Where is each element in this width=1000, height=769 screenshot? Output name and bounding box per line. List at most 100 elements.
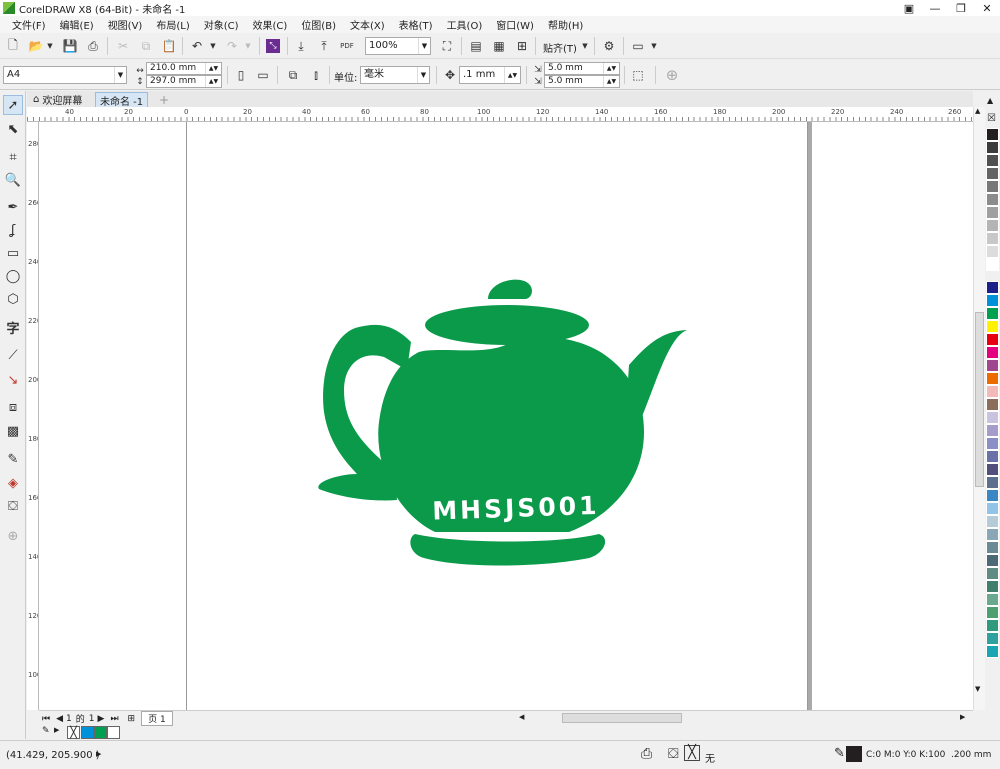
- smart-fill-tool-icon[interactable]: ⛋: [3, 496, 23, 516]
- spinner-icon[interactable]: ▲▼: [205, 76, 221, 87]
- menu-object[interactable]: 对象(C): [197, 17, 246, 32]
- redo-dropdown-icon[interactable]: ▼: [238, 36, 258, 56]
- scroll-left-icon[interactable]: ◀: [519, 713, 524, 721]
- palette-swatch[interactable]: [986, 632, 999, 645]
- palette-swatch[interactable]: [986, 567, 999, 580]
- all-pages-icon[interactable]: ⧉: [283, 65, 303, 85]
- polygon-tool-icon[interactable]: ⬡: [3, 289, 23, 309]
- palette-swatch[interactable]: [986, 476, 999, 489]
- menu-layout[interactable]: 布局(L): [149, 17, 196, 32]
- scroll-up-icon[interactable]: ▲: [975, 107, 980, 115]
- palette-swatch[interactable]: [986, 193, 999, 206]
- menu-tools[interactable]: 工具(O): [440, 17, 490, 32]
- palette-swatch[interactable]: [986, 219, 999, 232]
- status-expand-icon[interactable]: ▶: [96, 750, 101, 758]
- palette-swatch[interactable]: [986, 167, 999, 180]
- outline-color-swatch[interactable]: [846, 746, 862, 762]
- color-eyedropper-tool-icon[interactable]: ✎: [3, 449, 23, 469]
- restore-button[interactable]: ❐: [948, 0, 974, 16]
- palette-swatch[interactable]: [986, 515, 999, 528]
- import-icon[interactable]: ⤓: [291, 36, 311, 56]
- palette-swatch[interactable]: [986, 258, 999, 271]
- menu-bitmaps[interactable]: 位图(B): [294, 17, 343, 32]
- palette-swatch[interactable]: [986, 359, 999, 372]
- color-proofing-icon[interactable]: ⎙: [641, 746, 652, 762]
- duplicate-y-field[interactable]: 5.0 mm ▲▼: [544, 75, 620, 88]
- connector-tool-icon[interactable]: ↘: [3, 370, 23, 390]
- landscape-icon[interactable]: ▭: [253, 65, 273, 85]
- menu-table[interactable]: 表格(T): [392, 17, 440, 32]
- document-palette-swatch[interactable]: [81, 726, 94, 739]
- spinner-icon[interactable]: ▲▼: [603, 76, 619, 87]
- teapot-label-text[interactable]: MHSJS001: [432, 491, 600, 526]
- crop-tool-icon[interactable]: ⌗: [3, 147, 23, 167]
- menu-edit[interactable]: 编辑(E): [53, 17, 101, 32]
- palette-swatch[interactable]: [986, 463, 999, 476]
- artistic-media-tool-icon[interactable]: ʆ: [3, 220, 23, 240]
- spinner-icon[interactable]: ▲▼: [603, 63, 619, 74]
- palette-swatch[interactable]: [986, 307, 999, 320]
- undo-dropdown-icon[interactable]: ▼: [203, 36, 223, 56]
- palette-swatch[interactable]: [986, 580, 999, 593]
- add-icon[interactable]: ⊕: [662, 65, 682, 85]
- zoom-level-select[interactable]: 100% ▼: [365, 37, 431, 55]
- first-page-icon[interactable]: ⏮: [42, 714, 50, 724]
- palette-swatch[interactable]: [986, 372, 999, 385]
- launcher-dropdown-icon[interactable]: ▼: [644, 36, 664, 56]
- palette-swatch[interactable]: [986, 489, 999, 502]
- cut-icon[interactable]: ✂: [113, 36, 133, 56]
- zoom-tool-icon[interactable]: 🔍: [3, 170, 23, 190]
- prev-page-icon[interactable]: ◀: [56, 714, 63, 724]
- no-color-swatch-icon[interactable]: ╳: [67, 726, 80, 739]
- palette-scroll-up-icon[interactable]: ▲: [987, 96, 993, 105]
- palette-swatch[interactable]: [986, 294, 999, 307]
- export-icon[interactable]: ⤒: [314, 36, 334, 56]
- user-icon[interactable]: ▣: [896, 0, 922, 16]
- teapot-base[interactable]: [410, 534, 606, 566]
- full-screen-icon[interactable]: ⛶: [437, 36, 457, 56]
- palette-swatch[interactable]: [986, 206, 999, 219]
- shape-tool-icon[interactable]: ⬉: [3, 119, 23, 139]
- show-rulers-icon[interactable]: ▤: [466, 36, 486, 56]
- horizontal-ruler[interactable]: 40 20 0 20 40 60 80 100 120 140 160 180 …: [27, 107, 973, 122]
- text-tool-icon[interactable]: 字: [3, 317, 23, 337]
- palette-swatch[interactable]: [986, 398, 999, 411]
- drawing-canvas[interactable]: MHSJS001: [39, 122, 973, 710]
- menu-text[interactable]: 文本(X): [343, 17, 392, 32]
- palette-eyedropper-icon[interactable]: ✎: [42, 726, 50, 736]
- snap-to-menu[interactable]: 贴齐(T): [543, 40, 577, 55]
- scroll-down-icon[interactable]: ▼: [975, 685, 980, 693]
- pick-tool-icon[interactable]: ➚: [3, 95, 23, 115]
- palette-swatch[interactable]: [986, 645, 999, 658]
- vertical-scrollbar[interactable]: ▲ ▼: [973, 107, 985, 710]
- palette-options-icon[interactable]: ▶: [54, 726, 59, 734]
- palette-swatch[interactable]: [986, 619, 999, 632]
- palette-swatch[interactable]: [986, 245, 999, 258]
- menu-file[interactable]: 文件(F): [5, 17, 53, 32]
- parallel-dimension-tool-icon[interactable]: ⟋: [3, 345, 23, 365]
- interactive-fill-tool-icon[interactable]: ◈: [3, 473, 23, 493]
- nudge-distance-field[interactable]: .1 mm ▲▼: [459, 66, 521, 84]
- add-page-icon[interactable]: ⊞: [128, 714, 136, 724]
- print-icon[interactable]: ⎙: [83, 36, 103, 56]
- last-page-icon[interactable]: ⏭: [110, 714, 118, 724]
- show-grid-icon[interactable]: ▦: [489, 36, 509, 56]
- horizontal-scrollbar[interactable]: ◀ ▶: [519, 710, 973, 726]
- document-palette-swatch[interactable]: [94, 726, 107, 739]
- open-dropdown-icon[interactable]: ▼: [40, 36, 60, 56]
- options-gear-icon[interactable]: ⚙: [599, 36, 619, 56]
- palette-swatch[interactable]: [986, 128, 999, 141]
- close-button[interactable]: ✕: [974, 0, 1000, 16]
- palette-swatch[interactable]: [986, 141, 999, 154]
- envelope-tool-icon[interactable]: ⧈: [3, 397, 23, 417]
- horizontal-scroll-thumb[interactable]: [562, 713, 682, 723]
- menu-view[interactable]: 视图(V): [101, 17, 150, 32]
- palette-swatch[interactable]: [986, 154, 999, 167]
- tab-document[interactable]: 未命名 -1: [95, 92, 149, 108]
- duplicate-x-field[interactable]: 5.0 mm ▲▼: [544, 62, 620, 75]
- copy-icon[interactable]: ⧉: [136, 36, 156, 56]
- next-page-icon[interactable]: ▶: [98, 714, 105, 724]
- page-height-field[interactable]: 297.0 mm ▲▼: [146, 75, 222, 88]
- page-1-tab[interactable]: 页 1: [141, 711, 173, 726]
- no-fill-swatch-icon[interactable]: ╳: [684, 745, 700, 761]
